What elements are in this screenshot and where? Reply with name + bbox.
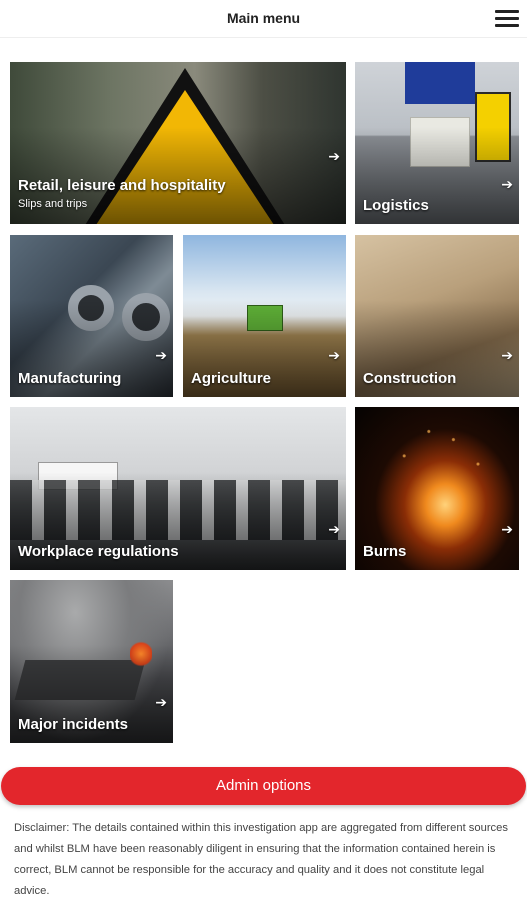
tile-label: Logistics xyxy=(363,197,429,214)
admin-options-button[interactable]: Admin options xyxy=(1,767,526,805)
arrow-right-icon: ➔ xyxy=(328,521,340,537)
tile-burns[interactable]: Burns ➔ xyxy=(355,407,519,570)
arrow-right-icon: ➔ xyxy=(501,176,513,192)
tile-retail-leisure-hospitality[interactable]: Retail, leisure and hospitality Slips an… xyxy=(10,62,346,224)
tile-logistics[interactable]: Logistics ➔ xyxy=(355,62,519,224)
disclaimer-text: Disclaimer: The details contained within… xyxy=(14,822,508,897)
app-header: Main menu xyxy=(0,0,527,38)
arrow-right-icon: ➔ xyxy=(155,694,167,710)
tile-label: Workplace regulations xyxy=(18,543,179,560)
tile-label: Burns xyxy=(363,543,407,560)
arrow-right-icon: ➔ xyxy=(501,347,513,363)
tile-subtitle: Slips and trips xyxy=(18,198,88,210)
hamburger-menu-icon[interactable] xyxy=(495,10,521,28)
tile-agriculture[interactable]: Agriculture ➔ xyxy=(183,235,346,397)
tile-manufacturing[interactable]: Manufacturing ➔ xyxy=(10,235,173,397)
arrow-right-icon: ➔ xyxy=(328,347,340,363)
arrow-right-icon: ➔ xyxy=(501,521,513,537)
tile-workplace-regulations[interactable]: Workplace regulations ➔ xyxy=(10,407,346,570)
tile-major-incidents[interactable]: Major incidents ➔ xyxy=(10,580,173,743)
tile-label: Manufacturing xyxy=(18,370,122,387)
tile-label: Major incidents xyxy=(18,716,129,733)
tile-label: Construction xyxy=(363,370,457,387)
page-title: Main menu xyxy=(226,10,301,26)
tile-label: Agriculture xyxy=(191,370,272,387)
tile-construction[interactable]: Construction ➔ xyxy=(355,235,519,397)
arrow-right-icon: ➔ xyxy=(155,347,167,363)
tile-label: Retail, leisure and hospitality xyxy=(18,177,226,194)
arrow-right-icon: ➔ xyxy=(328,148,340,164)
